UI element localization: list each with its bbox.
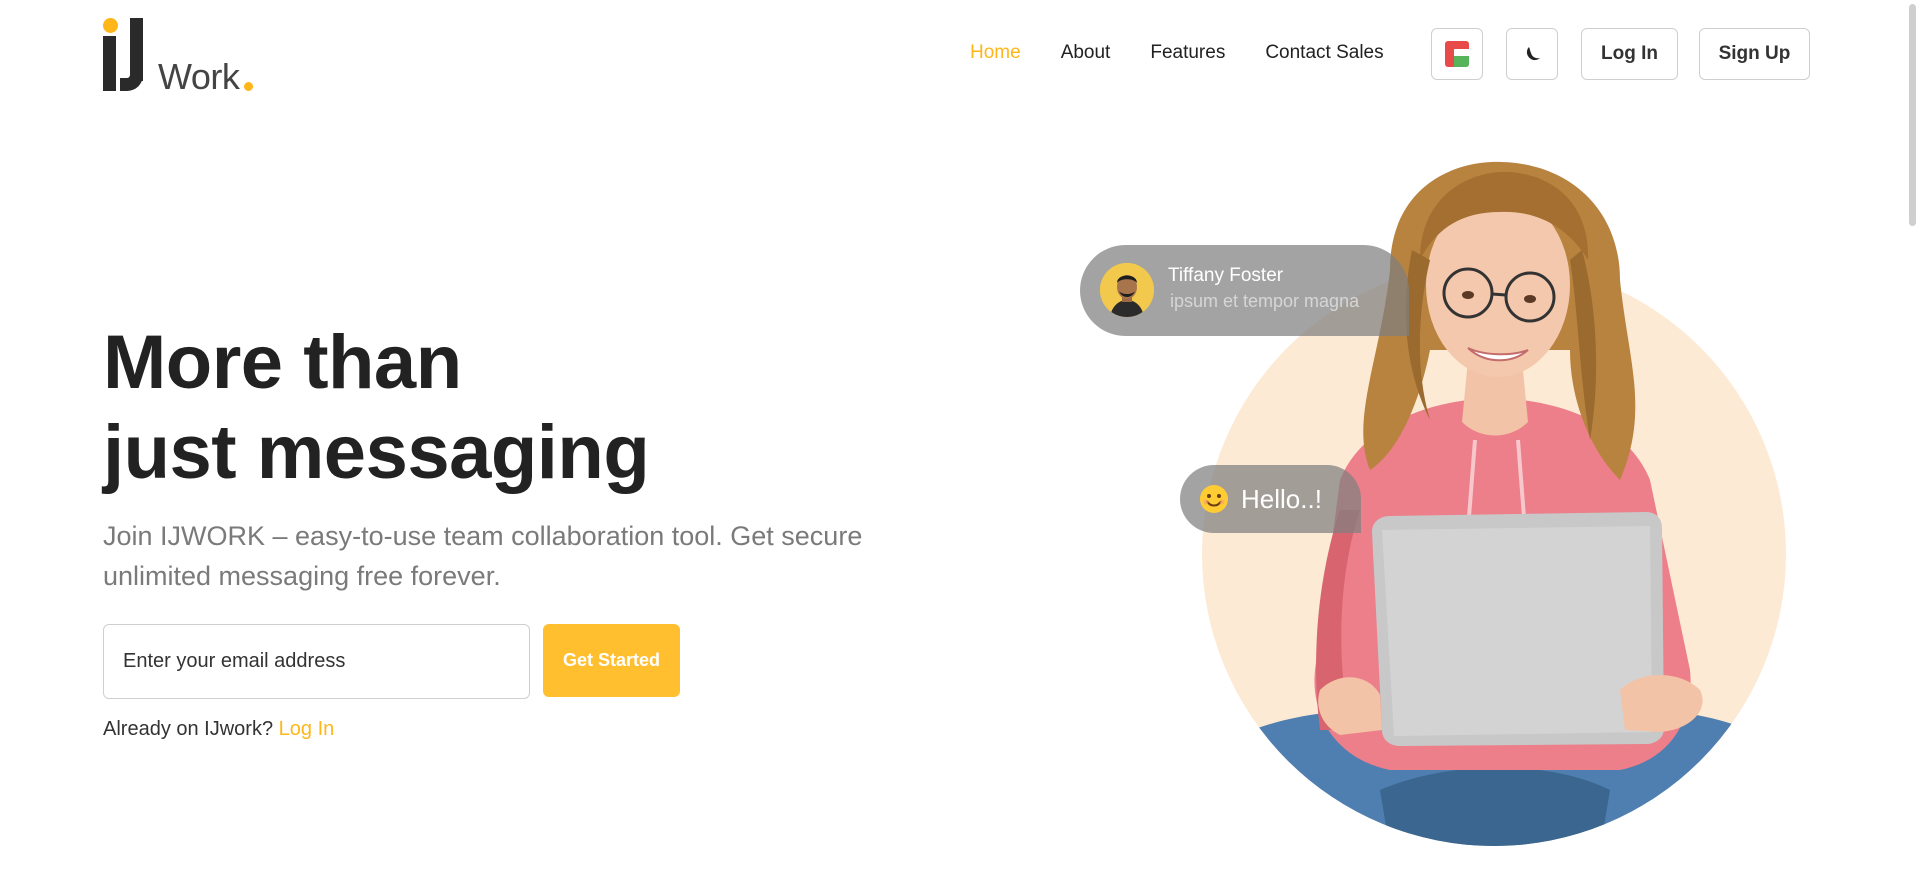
nav-about[interactable]: About bbox=[1061, 42, 1111, 64]
flag-icon bbox=[1445, 41, 1469, 67]
get-started-button[interactable]: Get Started bbox=[543, 624, 680, 697]
theme-toggle-button[interactable] bbox=[1506, 28, 1558, 80]
hero-title-line2: just messaging bbox=[103, 410, 650, 495]
chat-bubble-hello: Hello..! bbox=[1180, 465, 1361, 533]
hello-text: Hello..! bbox=[1241, 484, 1322, 514]
logo-j-hook bbox=[120, 70, 143, 91]
hero-title-line1: More than bbox=[103, 320, 462, 405]
login-button[interactable]: Log In bbox=[1581, 28, 1678, 80]
language-button[interactable] bbox=[1431, 28, 1483, 80]
avatar bbox=[1100, 263, 1154, 317]
already-member-text: Already on IJwork? Log In bbox=[103, 718, 334, 741]
ijwork-logo[interactable]: Work bbox=[103, 16, 263, 97]
chat-sender-name: Tiffany Foster bbox=[1168, 265, 1284, 286]
logo-word: Work bbox=[158, 56, 240, 97]
logo-word-dot bbox=[244, 82, 253, 91]
already-label: Already on IJwork? bbox=[103, 718, 274, 740]
logo-i-stem bbox=[103, 36, 116, 91]
email-input[interactable] bbox=[103, 624, 530, 699]
scrollbar-thumb[interactable] bbox=[1909, 4, 1916, 226]
nav-contact-sales[interactable]: Contact Sales bbox=[1265, 42, 1383, 64]
logo-i-dot bbox=[103, 18, 118, 33]
landing-page: Work Home About Features Contact Sales L… bbox=[0, 0, 1920, 890]
chat-message-preview: ipsum et tempor magna bbox=[1170, 291, 1360, 311]
nav-home[interactable]: Home bbox=[970, 42, 1021, 64]
moon-icon bbox=[1526, 47, 1540, 61]
signup-button[interactable]: Sign Up bbox=[1699, 28, 1810, 80]
hero-subtitle: Join IJWORK – easy-to-use team collabora… bbox=[103, 521, 863, 591]
already-login-link[interactable]: Log In bbox=[279, 718, 335, 740]
nav-features[interactable]: Features bbox=[1150, 42, 1225, 64]
smile-emoji-icon bbox=[1200, 485, 1228, 513]
avatar-man-icon bbox=[1100, 263, 1154, 317]
hero-title: More than just messaging bbox=[103, 318, 650, 498]
chat-bubble-tiffany: Tiffany Foster ipsum et tempor magna bbox=[1080, 245, 1409, 336]
main-nav: Home About Features Contact Sales bbox=[970, 42, 1384, 64]
page-scrollbar[interactable] bbox=[1903, 0, 1920, 890]
